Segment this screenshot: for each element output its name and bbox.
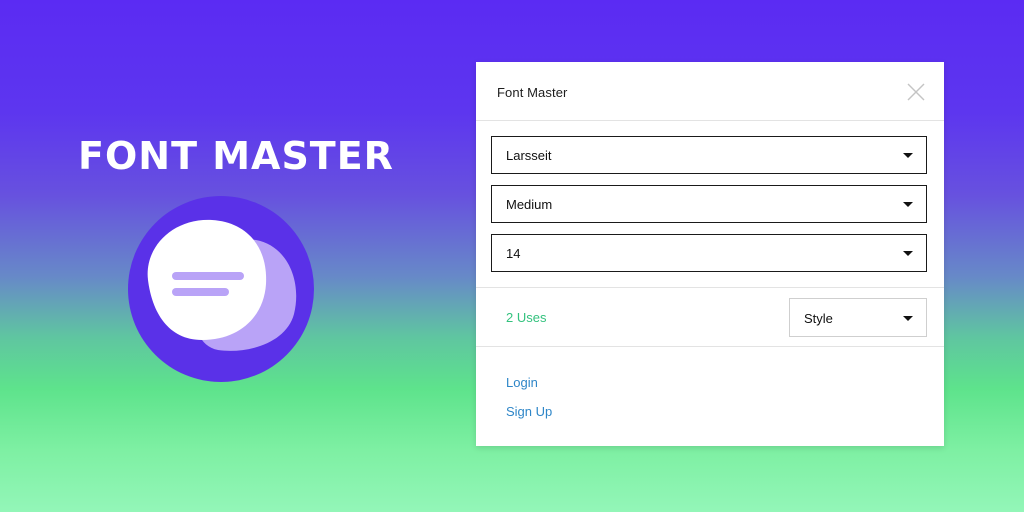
logo-line-1 — [172, 272, 244, 280]
login-link[interactable]: Login — [506, 375, 538, 390]
font-weight-select[interactable]: Medium — [491, 185, 927, 223]
logo-line-2 — [172, 288, 229, 296]
font-family-select[interactable]: Larsseit — [491, 136, 927, 174]
font-size-value: 14 — [506, 246, 521, 261]
uses-count: 2 Uses — [506, 310, 547, 325]
hero-title: FONT MASTER — [78, 134, 394, 178]
divider — [476, 287, 944, 288]
divider — [476, 346, 944, 347]
font-size-select[interactable]: 14 — [491, 234, 927, 272]
panel-title: Font Master — [497, 85, 568, 100]
caret-down-icon — [903, 202, 913, 207]
style-select[interactable]: Style — [789, 298, 927, 337]
panel-header: Font Master — [476, 62, 944, 121]
caret-down-icon — [903, 153, 913, 158]
close-icon[interactable] — [906, 82, 926, 102]
signup-link[interactable]: Sign Up — [506, 404, 552, 419]
caret-down-icon — [903, 251, 913, 256]
caret-down-icon — [903, 316, 913, 321]
app-logo — [128, 196, 314, 382]
style-select-value: Style — [804, 311, 833, 326]
font-family-value: Larsseit — [506, 148, 552, 163]
font-master-panel: Font Master Larsseit Medium 14 2 Uses St… — [476, 62, 944, 446]
font-weight-value: Medium — [506, 197, 553, 212]
